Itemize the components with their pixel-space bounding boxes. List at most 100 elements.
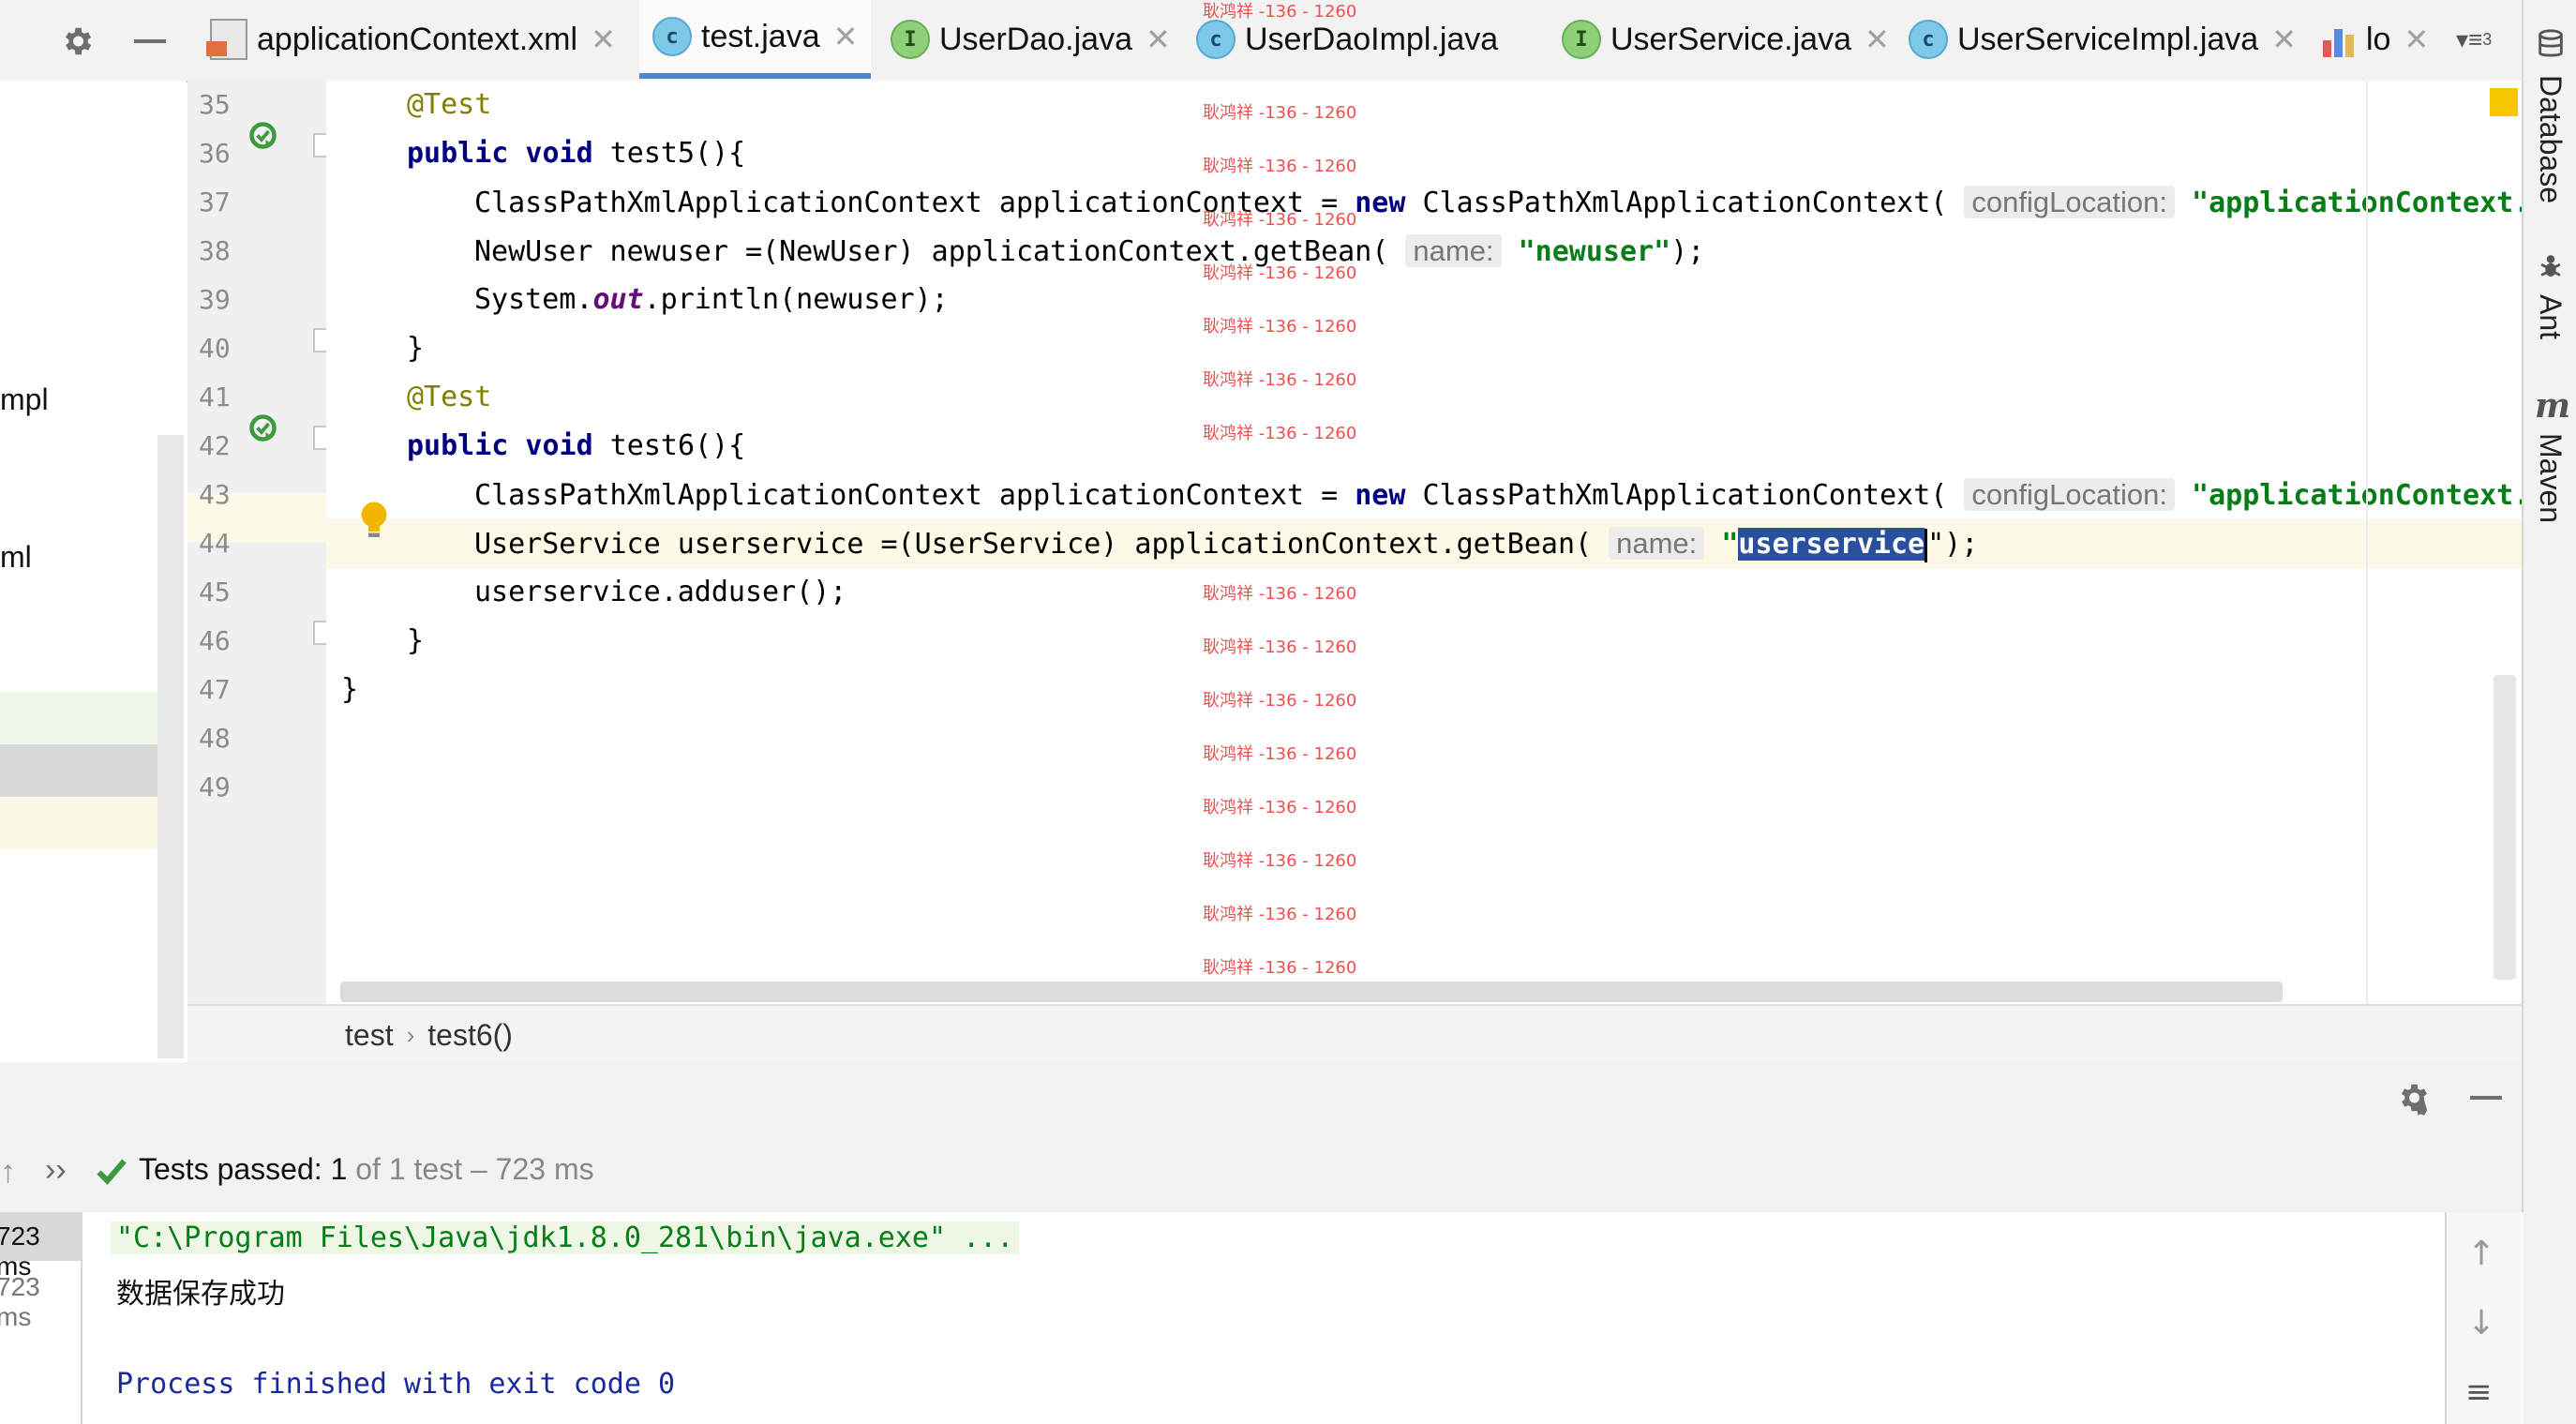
parameter-hint: name: bbox=[1405, 234, 1502, 267]
project-item[interactable]: ml bbox=[0, 540, 32, 575]
watermark: 耿鸿祥 -136 - 1260 bbox=[1203, 637, 1357, 657]
soft-wrap-icon[interactable]: ≡ bbox=[2465, 1373, 2493, 1411]
tab-userserviceimpl-java[interactable]: c UserServiceImpl.java ✕ bbox=[1909, 0, 2297, 79]
watermark: 耿鸿祥 -136 - 1260 bbox=[1203, 584, 1357, 604]
database-icon bbox=[2537, 28, 2565, 64]
class-icon: c bbox=[1909, 20, 1948, 59]
breadcrumb-separator: › bbox=[406, 1020, 415, 1049]
line-number: 41 bbox=[199, 382, 231, 412]
line-number: 40 bbox=[199, 333, 231, 364]
chevron-down-icon: ▾≡ bbox=[2456, 24, 2483, 53]
selected-text[interactable]: userservice bbox=[1738, 528, 1925, 561]
watermark: 耿鸿祥 -136 - 1260 bbox=[1203, 103, 1357, 123]
console-output[interactable]: "C:\Program Files\Java\jdk1.8.0_281\bin\… bbox=[82, 1212, 2445, 1424]
console-command-line: "C:\Program Files\Java\jdk1.8.0_281\bin\… bbox=[111, 1222, 1020, 1254]
test-duration[interactable]: 723 ms bbox=[0, 1272, 81, 1332]
breadcrumb: test › test6() bbox=[187, 1004, 2522, 1066]
console-output-line: 数据保存成功 bbox=[116, 1278, 285, 1311]
arrow-down-icon[interactable]: ↓ bbox=[2467, 1304, 2495, 1342]
chart-file-icon bbox=[2323, 22, 2359, 57]
code-line[interactable]: userservice.adduser(); bbox=[326, 568, 2522, 617]
close-icon[interactable]: ✕ bbox=[591, 22, 616, 57]
code-line[interactable]: NewUser newuser =(NewUser) applicationCo… bbox=[326, 227, 2522, 276]
database-tool-button[interactable]: Database bbox=[2533, 75, 2568, 203]
tab-test-java[interactable]: c test.java ✕ bbox=[639, 0, 872, 79]
tab-lo[interactable]: lo ✕ bbox=[2323, 0, 2429, 79]
close-icon[interactable]: ✕ bbox=[2271, 22, 2297, 57]
watermark: 耿鸿祥 -136 - 1260 bbox=[1203, 2, 1357, 22]
watermark: 耿鸿祥 -136 - 1260 bbox=[1203, 905, 1357, 924]
watermark: 耿鸿祥 -136 - 1260 bbox=[1203, 157, 1357, 176]
close-icon[interactable]: ✕ bbox=[1865, 22, 1890, 57]
lightbulb-icon[interactable] bbox=[360, 501, 388, 544]
project-item[interactable]: mpl bbox=[0, 382, 49, 417]
project-scrollbar[interactable] bbox=[157, 435, 184, 1058]
line-number: 45 bbox=[199, 577, 231, 607]
line-number: 42 bbox=[199, 430, 231, 461]
class-icon: c bbox=[1196, 20, 1236, 59]
minimize-icon[interactable] bbox=[2465, 1077, 2507, 1118]
code-line[interactable]: ClassPathXmlApplicationContext applicati… bbox=[326, 178, 2522, 227]
class-icon: c bbox=[652, 17, 692, 56]
line-number: 44 bbox=[199, 528, 231, 559]
project-row-highlight bbox=[0, 692, 184, 744]
watermark: 耿鸿祥 -136 - 1260 bbox=[1203, 370, 1357, 390]
breadcrumb-method[interactable]: test6() bbox=[427, 1018, 513, 1053]
expand-more-icon[interactable]: ›› bbox=[45, 1152, 67, 1189]
breadcrumb-class[interactable]: test bbox=[345, 1018, 394, 1053]
check-icon bbox=[94, 1154, 129, 1195]
gear-icon[interactable] bbox=[2392, 1077, 2434, 1118]
warning-marker-icon[interactable] bbox=[2490, 88, 2518, 116]
parameter-hint: configLocation: bbox=[1964, 186, 2175, 218]
console-exit-line: Process finished with exit code 0 bbox=[116, 1368, 676, 1401]
code-line-current[interactable]: UserService userservice =(UserService) a… bbox=[326, 519, 2522, 568]
line-number: 47 bbox=[199, 674, 231, 705]
line-number: 39 bbox=[199, 284, 231, 315]
code-line[interactable]: } bbox=[326, 666, 2522, 714]
line-number: 49 bbox=[199, 772, 231, 802]
run-test-icon[interactable] bbox=[247, 412, 281, 450]
code-line[interactable]: } bbox=[326, 324, 2522, 373]
right-margin-guide bbox=[2366, 81, 2368, 1004]
watermark: 耿鸿祥 -136 - 1260 bbox=[1203, 210, 1357, 230]
console-side-toolbar: ↑ ↓ ≡ bbox=[2445, 1212, 2524, 1424]
code-line[interactable] bbox=[326, 763, 2522, 812]
ant-tool-button[interactable]: Ant bbox=[2533, 294, 2568, 339]
test-status-text: Tests passed: 1 of 1 test – 723 ms bbox=[139, 1152, 594, 1186]
code-line[interactable]: public void test6(){ bbox=[326, 422, 2522, 471]
code-line[interactable]: @Test bbox=[326, 81, 2522, 129]
code-editor[interactable]: @Test public void test5(){ ClassPathXmlA… bbox=[326, 81, 2522, 1004]
code-line[interactable] bbox=[326, 714, 2522, 763]
watermark: 耿鸿祥 -136 - 1260 bbox=[1203, 424, 1357, 443]
line-number: 43 bbox=[199, 479, 231, 510]
tab-userservice-java[interactable]: I UserService.java ✕ bbox=[1562, 0, 1890, 79]
code-line[interactable]: public void test5(){ bbox=[326, 129, 2522, 178]
editor-gutter: 35 36 37 38 39 40 41 42 43 44 45 46 47 4… bbox=[187, 81, 336, 1004]
close-icon[interactable]: ✕ bbox=[1146, 22, 1171, 57]
project-row-selected bbox=[0, 744, 184, 797]
code-line[interactable]: ClassPathXmlApplicationContext applicati… bbox=[326, 471, 2522, 519]
tab-overflow-button[interactable]: ▾≡ 3 bbox=[2456, 0, 2492, 79]
watermark: 耿鸿祥 -136 - 1260 bbox=[1203, 958, 1357, 978]
project-panel: mpl ml bbox=[0, 81, 186, 1060]
maven-tool-button[interactable]: Maven bbox=[2533, 433, 2568, 523]
vertical-scrollbar[interactable] bbox=[2494, 675, 2516, 980]
code-line[interactable]: } bbox=[326, 617, 2522, 666]
interface-icon: I bbox=[891, 20, 930, 59]
watermark: 耿鸿祥 -136 - 1260 bbox=[1203, 851, 1357, 871]
arrow-up-icon[interactable]: ↑ bbox=[0, 1154, 16, 1191]
minimize-icon[interactable] bbox=[129, 21, 171, 62]
tab-applicationcontext-xml[interactable]: applicationContext.xml ✕ bbox=[206, 0, 616, 79]
close-icon[interactable]: ✕ bbox=[833, 19, 859, 54]
tab-userdao-java[interactable]: I UserDao.java ✕ bbox=[891, 0, 1171, 79]
close-icon[interactable]: ✕ bbox=[2404, 22, 2429, 57]
gear-icon[interactable] bbox=[56, 21, 97, 62]
code-line[interactable]: System.out.println(newuser); bbox=[326, 276, 2522, 324]
run-test-icon[interactable] bbox=[247, 120, 281, 157]
code-line[interactable]: @Test bbox=[326, 373, 2522, 422]
watermark: 耿鸿祥 -136 - 1260 bbox=[1203, 691, 1357, 711]
arrow-up-icon[interactable]: ↑ bbox=[2467, 1235, 2495, 1273]
xml-file-icon bbox=[206, 19, 247, 60]
line-number: 37 bbox=[199, 187, 231, 217]
horizontal-scrollbar[interactable] bbox=[340, 982, 2283, 1002]
